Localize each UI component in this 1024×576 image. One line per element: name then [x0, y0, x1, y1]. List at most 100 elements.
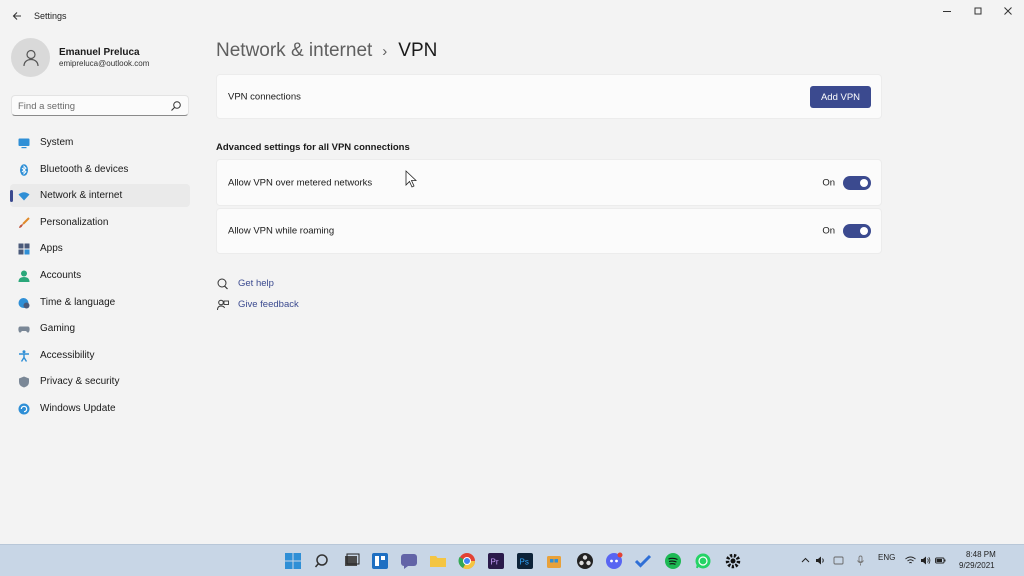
setting-label: Allow VPN while roaming	[228, 225, 335, 237]
sidebar-item-privacy[interactable]: Privacy & security	[10, 370, 190, 393]
get-help-label[interactable]: Get help	[238, 278, 274, 289]
vpn-connections-card: VPN connections Add VPN	[216, 74, 882, 119]
sidebar-item-personalization[interactable]: Personalization	[10, 211, 190, 234]
maximize-button[interactable]	[966, 4, 990, 18]
speaker-tray-icon[interactable]	[920, 555, 931, 566]
breadcrumb-parent[interactable]: Network & internet	[216, 40, 372, 62]
todo-icon[interactable]	[634, 552, 652, 570]
widgets-icon[interactable]	[371, 552, 389, 570]
sidebar-item-label: Gaming	[40, 323, 76, 335]
avatar	[11, 38, 50, 77]
minimize-icon	[943, 11, 951, 12]
volume-icon[interactable]	[815, 555, 826, 566]
sidebar-item-label: Privacy & security	[40, 376, 120, 388]
sidebar-item-bluetooth[interactable]: Bluetooth & devices	[10, 158, 190, 181]
store-icon[interactable]	[545, 552, 563, 570]
search-icon[interactable]	[170, 100, 182, 112]
toggle-knob	[860, 178, 868, 187]
restore-icon	[974, 7, 982, 15]
bluetooth-icon	[20, 163, 28, 176]
toggle-state-label: On	[822, 225, 835, 237]
close-button[interactable]	[996, 4, 1020, 18]
back-arrow-icon	[12, 12, 21, 20]
teams-chat-icon[interactable]	[400, 552, 418, 570]
search-input[interactable]	[18, 99, 168, 113]
start-icon[interactable]	[284, 552, 302, 570]
accessibility-icon	[19, 350, 29, 362]
globe-clock-icon	[18, 297, 30, 309]
apps-icon	[18, 243, 30, 255]
taskbar: Pr Ps ENG 8:48 PM 9/29/2021	[0, 544, 1024, 576]
obs-icon[interactable]	[576, 552, 594, 570]
sidebar-item-label: Personalization	[40, 216, 109, 228]
monitor-icon	[18, 138, 30, 149]
search-box	[11, 95, 189, 116]
language-indicator[interactable]: ENG	[878, 553, 895, 562]
wifi-tray-icon[interactable]	[905, 555, 916, 566]
discord-icon[interactable]	[605, 552, 623, 570]
sidebar-item-label: Time & language	[40, 296, 116, 308]
file-explorer-icon[interactable]	[429, 552, 447, 570]
sidebar-item-system[interactable]: System	[10, 131, 190, 154]
svg-text:Ps: Ps	[520, 558, 529, 567]
sidebar-item-label: Network & internet	[40, 190, 123, 202]
add-vpn-button[interactable]: Add VPN	[810, 86, 871, 108]
help-chat-icon	[216, 277, 229, 290]
sidebar-item-label: System	[40, 137, 74, 148]
sidebar-item-time-language[interactable]: Time & language	[10, 291, 190, 314]
sidebar-item-windows-update[interactable]: Windows Update	[10, 397, 190, 420]
wifi-icon	[18, 192, 30, 201]
spotify-icon[interactable]	[664, 552, 682, 570]
sidebar-item-label: Apps	[40, 243, 63, 255]
settings-gear-icon[interactable]	[724, 552, 742, 570]
sidebar-item-network[interactable]: Network & internet	[10, 184, 190, 208]
tablet-icon[interactable]	[833, 555, 844, 566]
toggle-knob	[860, 227, 868, 235]
advanced-settings-heading: Advanced settings for all VPN connection…	[216, 142, 410, 153]
sidebar-nav: System Bluetooth & devices Network & int…	[10, 131, 190, 424]
person-icon	[18, 270, 30, 282]
task-view-icon[interactable]	[342, 552, 360, 570]
chrome-icon[interactable]	[458, 552, 476, 570]
metered-networks-toggle[interactable]	[843, 175, 871, 190]
user-name: Emanuel Preluca	[59, 47, 140, 58]
microphone-icon[interactable]	[855, 555, 866, 566]
setting-metered-networks: Allow VPN over metered networks On	[216, 159, 882, 206]
give-feedback-label[interactable]: Give feedback	[238, 299, 299, 310]
sidebar-item-gaming[interactable]: Gaming	[10, 317, 190, 340]
get-help-link[interactable]: Get help	[216, 277, 274, 290]
close-icon	[1004, 7, 1012, 15]
sidebar-item-label: Windows Update	[40, 402, 116, 414]
setting-roaming: Allow VPN while roaming On	[216, 208, 882, 254]
roaming-toggle[interactable]	[843, 224, 871, 238]
battery-icon[interactable]	[935, 555, 946, 566]
breadcrumb: Network & internet › VPN	[216, 38, 437, 64]
mouse-cursor-icon	[405, 170, 417, 188]
update-icon	[18, 403, 30, 415]
title-bar: Settings	[0, 0, 1024, 32]
gamepad-icon	[18, 326, 30, 333]
breadcrumb-separator: ›	[382, 42, 388, 60]
clock-time[interactable]: 8:48 PM	[966, 550, 996, 559]
clock-date[interactable]: 9/29/2021	[959, 561, 995, 570]
search-icon[interactable]	[313, 552, 331, 570]
shield-icon	[19, 376, 29, 388]
give-feedback-link[interactable]: Give feedback	[216, 298, 299, 311]
user-email: emipreluca@outlook.com	[59, 59, 150, 68]
sidebar-item-label: Accessibility	[40, 349, 95, 361]
user-avatar-icon	[22, 49, 39, 66]
sidebar-item-apps[interactable]: Apps	[10, 237, 190, 260]
sidebar-item-accounts[interactable]: Accounts	[10, 264, 190, 287]
toggle-state-label: On	[822, 177, 835, 188]
user-profile[interactable]: Emanuel Preluca emipreluca@outlook.com	[11, 38, 191, 78]
photoshop-icon[interactable]: Ps	[516, 552, 534, 570]
whatsapp-icon[interactable]	[694, 552, 712, 570]
back-button[interactable]	[8, 7, 26, 25]
sidebar-item-label: Accounts	[40, 269, 82, 281]
sidebar-item-accessibility[interactable]: Accessibility	[10, 344, 190, 367]
minimize-button[interactable]	[935, 4, 959, 18]
premiere-icon[interactable]: Pr	[487, 552, 505, 570]
sidebar-item-label: Bluetooth & devices	[40, 163, 129, 175]
brush-icon	[19, 217, 30, 228]
chevron-up-icon[interactable]	[800, 555, 811, 566]
